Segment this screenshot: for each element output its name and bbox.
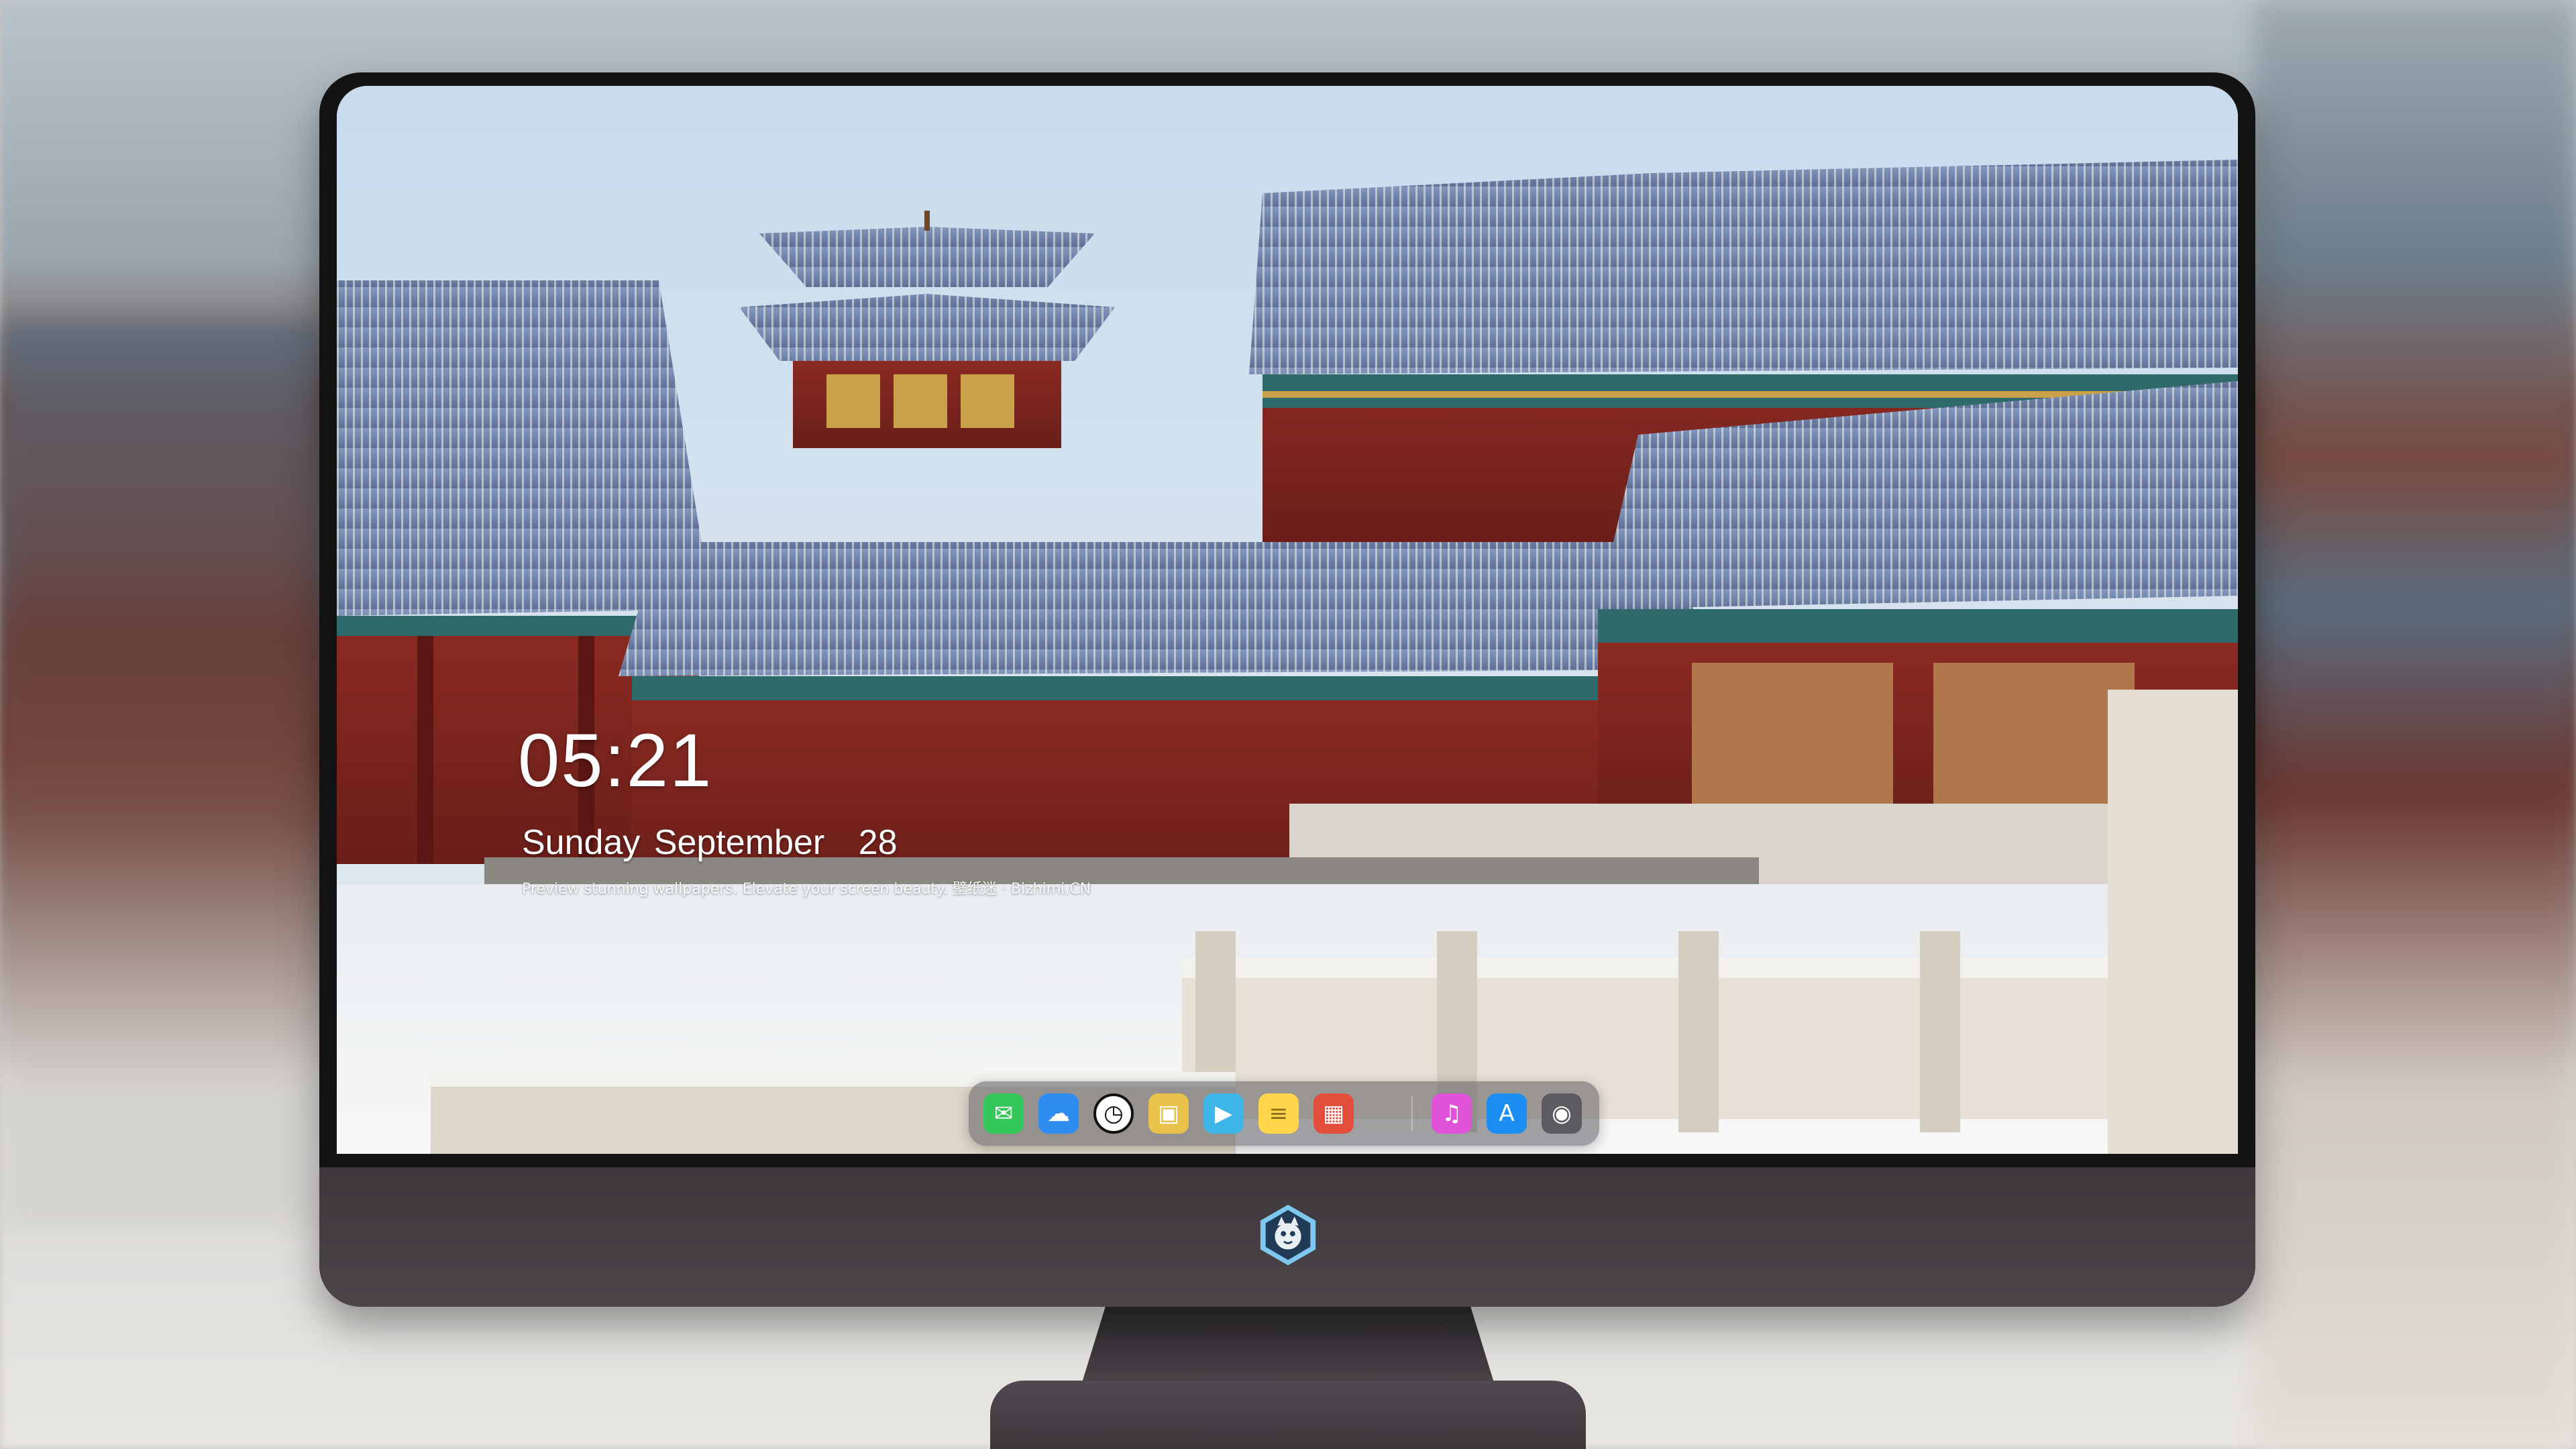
- monitor-stand-neck: [1081, 1304, 1495, 1385]
- blurred-background-right: [2254, 0, 2576, 1449]
- messages-icon[interactable]: ✉: [983, 1093, 1024, 1134]
- blurred-background-left: [0, 322, 322, 1228]
- wallpaper-tagline: Preview stunning wallpapers. Elevate you…: [522, 881, 1091, 898]
- notes-icon[interactable]: ≡: [1258, 1093, 1299, 1134]
- photo-booth-icon[interactable]: ▦: [1313, 1093, 1354, 1134]
- clock-icon[interactable]: ◷: [1093, 1093, 1134, 1134]
- dock: ✉ ☁ ◷ ▣ ▶ ≡ ▦ ♫ A ◉: [969, 1081, 1599, 1146]
- app-store-icon[interactable]: A: [1487, 1093, 1527, 1134]
- music-icon[interactable]: ♫: [1432, 1093, 1472, 1134]
- camera-icon[interactable]: ◉: [1542, 1093, 1582, 1134]
- date-month: September: [653, 823, 825, 862]
- dock-separator: [1411, 1096, 1413, 1131]
- forbidden-city-wallpaper: [337, 86, 2238, 1154]
- preview-icon[interactable]: ▣: [1148, 1093, 1189, 1134]
- lock-screen-date: Sunday September 28: [522, 822, 898, 863]
- weather-icon[interactable]: ☁: [1038, 1093, 1079, 1134]
- monitor-stand-base: [990, 1381, 1586, 1449]
- date-weekday: Sunday: [522, 823, 641, 862]
- lock-screen-time: 05:21: [518, 718, 713, 802]
- screen-wallpaper: 05:21 Sunday September 28 Preview stunni…: [337, 86, 2238, 1154]
- clips-icon[interactable]: ▶: [1203, 1093, 1244, 1134]
- date-day: 28: [858, 823, 898, 862]
- brand-logo-icon: [1260, 1204, 1316, 1266]
